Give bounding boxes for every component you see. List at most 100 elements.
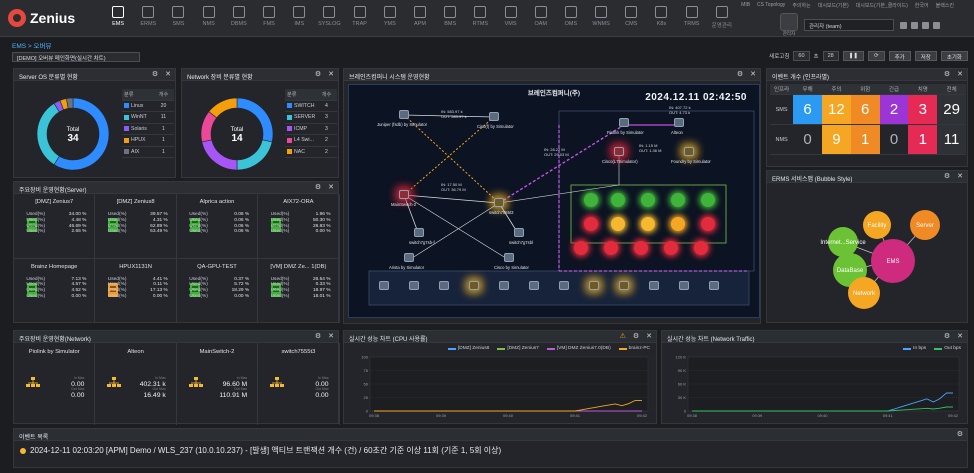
nav-item[interactable]: NMS	[194, 6, 224, 29]
bell-icon[interactable]	[900, 21, 907, 29]
event-count-cell[interactable]: 1	[850, 125, 880, 154]
nav-item[interactable]: RTMS	[465, 6, 495, 29]
gear-icon[interactable]: ⚙	[315, 71, 321, 79]
top-link[interactable]: 블랙스킨	[936, 2, 954, 9]
server-status-node[interactable]	[701, 217, 715, 231]
table-row[interactable]: NAC 2	[285, 147, 337, 158]
server-card[interactable]: QA-GPU-TEST Used(%) 0.37 % Used(%) 5.72 % Use…	[176, 258, 259, 323]
network-card[interactable]: Piolink by Simulator In Max Out Max 0.00 0.0…	[14, 343, 96, 425]
nav-item[interactable]: 운영관리	[707, 6, 737, 29]
donut-slice[interactable]	[208, 97, 238, 119]
table-row[interactable]: WinNT 11	[122, 112, 174, 124]
table-row[interactable]: SWITCH 4	[285, 101, 337, 112]
bubble-label[interactable]: Internet...Service	[820, 240, 866, 246]
print-icon[interactable]	[922, 21, 929, 29]
donut-slice[interactable]	[36, 102, 60, 166]
close-icon[interactable]: ✕	[328, 71, 334, 79]
event-count-cell[interactable]: 0	[880, 125, 909, 154]
l4-node[interactable]	[619, 118, 629, 127]
device-node[interactable]	[439, 281, 449, 290]
server-card[interactable]: Brainz Homepage Used(%) 7.13 % Used(%) 4.57 …	[14, 258, 96, 323]
table-row[interactable]: ICMP 3	[285, 124, 337, 135]
nav-item[interactable]: YMS	[375, 6, 405, 29]
device-node[interactable]	[379, 281, 389, 290]
device-node[interactable]	[559, 281, 569, 290]
gear-icon[interactable]: ⚙	[944, 71, 950, 79]
user-select[interactable]: 관리자 (team)	[804, 19, 894, 31]
top-link[interactable]: 한국어	[915, 2, 929, 9]
server-node[interactable]	[614, 147, 624, 156]
device-node[interactable]	[619, 281, 629, 290]
gear-icon[interactable]: ⚙	[944, 333, 950, 341]
save-button[interactable]: 저장	[914, 51, 937, 61]
event-count-cell[interactable]: 3	[908, 95, 938, 124]
nav-item[interactable]: EMS	[103, 6, 133, 29]
server-status-node[interactable]	[611, 193, 625, 207]
server-card[interactable]: [VM] DMZ Ze... 1(DB) Used(%) 26.54 % Used(%…	[258, 258, 340, 323]
lock-icon[interactable]	[911, 21, 918, 29]
server-status-node[interactable]	[671, 217, 685, 231]
close-icon[interactable]: ✕	[328, 184, 334, 192]
server-status-node[interactable]	[584, 193, 598, 207]
switch-node[interactable]	[494, 198, 504, 207]
top-link[interactable]: CS Topology	[757, 2, 785, 9]
event-count-cell[interactable]: 11	[937, 125, 966, 154]
device-node[interactable]	[529, 281, 539, 290]
event-row[interactable]: SMS 6 12 6 2 3 29	[770, 95, 966, 125]
gear-icon[interactable]: ⚙	[315, 184, 321, 192]
router-node[interactable]	[404, 253, 414, 262]
gear-icon[interactable]: ⚙	[315, 333, 321, 341]
donut-slice[interactable]	[201, 139, 238, 171]
close-icon[interactable]: ✕	[328, 333, 334, 341]
close-icon[interactable]: ✕	[646, 333, 652, 341]
nav-item[interactable]: SMS	[163, 6, 193, 29]
nav-item[interactable]: FMS	[254, 6, 284, 29]
bubble-label[interactable]: Server	[916, 223, 934, 229]
device-node[interactable]	[409, 281, 419, 290]
logo[interactable]: Zenius	[8, 9, 75, 27]
network-card[interactable]: MainSwitch-2 In Max Out Max 96.60 M 110.91 M	[177, 343, 259, 425]
network-card[interactable]: Alteon In Max Out Max 402.31 k 16.49 k	[95, 343, 177, 425]
event-count-cell[interactable]: 0	[793, 125, 822, 154]
router-node[interactable]	[489, 112, 499, 121]
nav-item[interactable]: VMS	[495, 6, 525, 29]
admin-icon[interactable]	[780, 13, 798, 31]
bubble-label[interactable]: DataBase	[837, 268, 864, 274]
event-count-cell[interactable]: 6	[850, 95, 880, 124]
switch-node[interactable]	[414, 228, 424, 237]
close-icon[interactable]: ✕	[957, 173, 963, 181]
nav-item[interactable]: OAM	[526, 6, 556, 29]
server-status-node[interactable]	[641, 217, 655, 231]
device-node[interactable]	[469, 281, 479, 290]
nav-item[interactable]: BMS	[435, 6, 465, 29]
l4-node[interactable]	[674, 118, 684, 127]
warning-icon[interactable]: ⚠	[620, 333, 626, 341]
bubble-label[interactable]: EMS	[886, 259, 899, 265]
server-card[interactable]: HPUX1131N Used(%) 4.41 % Used(%) 0.11 % Used(…	[95, 258, 177, 323]
server-card[interactable]: AIX72-ORA Used(%) 1.96 % Used(%) 50.30 % Used…	[258, 194, 340, 259]
device-node[interactable]	[649, 281, 659, 290]
device-node[interactable]	[589, 281, 599, 290]
close-icon[interactable]: ✕	[957, 333, 963, 341]
event-count-cell[interactable]: 29	[937, 95, 966, 124]
event-count-cell[interactable]: 12	[822, 95, 851, 124]
switch-node[interactable]	[399, 190, 409, 199]
server-status-node[interactable]	[634, 241, 648, 255]
gear-icon[interactable]: ⚙	[957, 431, 963, 439]
table-row[interactable]: AIX 1	[122, 147, 174, 158]
event-row[interactable]: NMS 0 9 1 0 1 11	[770, 125, 966, 155]
nav-item[interactable]: CMS	[616, 6, 646, 29]
nav-item[interactable]: DBMS	[224, 6, 254, 29]
gear-icon[interactable]: ⚙	[737, 71, 743, 79]
nav-item[interactable]: OMS	[556, 6, 586, 29]
event-count-cell[interactable]: 9	[822, 125, 851, 154]
nav-item[interactable]: K8s	[646, 6, 676, 29]
table-row[interactable]: Solaris 1	[122, 124, 174, 135]
top-link[interactable]: 대시보드(기본_클라이드)	[856, 2, 908, 9]
switch-node[interactable]	[514, 228, 524, 237]
gear-icon[interactable]: ⚙	[633, 333, 639, 341]
nav-item[interactable]: ERMS	[133, 6, 163, 29]
pause-button[interactable]: ❚❚	[842, 51, 864, 61]
gear-icon[interactable]: ⚙	[152, 71, 158, 79]
nav-item[interactable]: TRMS	[677, 6, 707, 29]
